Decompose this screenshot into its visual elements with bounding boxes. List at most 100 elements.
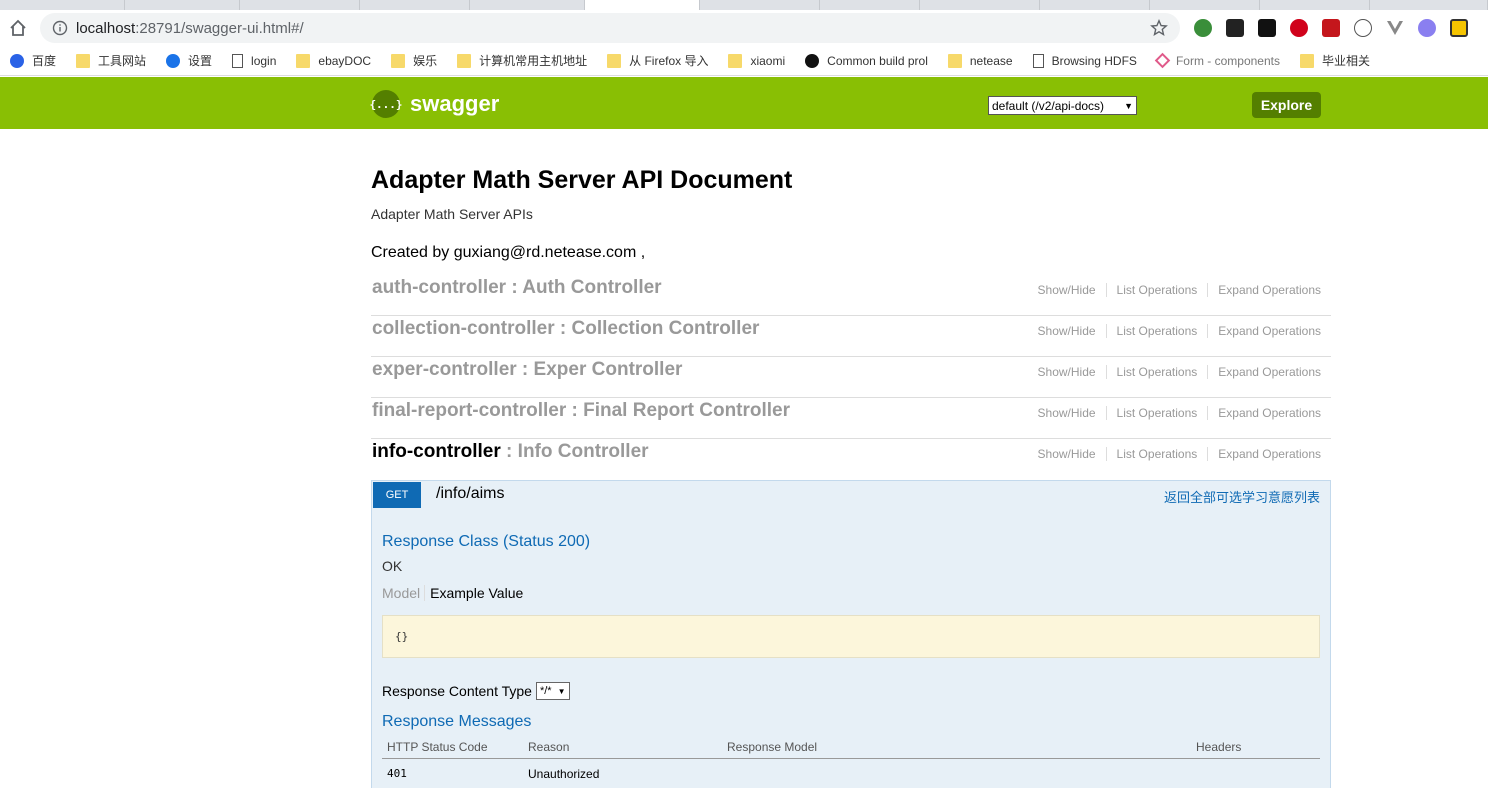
resource-title[interactable]: exper-controller : Exper Controller bbox=[372, 359, 682, 381]
resource-title[interactable]: final-report-controller : Final Report C… bbox=[372, 400, 790, 422]
column-header: HTTP Status Code bbox=[387, 740, 488, 754]
vue-extension-icon[interactable] bbox=[1386, 19, 1404, 37]
url-text[interactable]: localhost:28791/swagger-ui.html#/ bbox=[76, 20, 304, 37]
example-value-box[interactable]: {} bbox=[382, 615, 1320, 658]
grid-extension-icon[interactable] bbox=[1450, 19, 1468, 37]
operation-heading[interactable]: GET /info/aims 返回全部可选学习意愿列表 bbox=[372, 481, 1330, 509]
response-content-type: Response Content Type */* ▼ bbox=[382, 682, 570, 700]
star-icon[interactable] bbox=[1150, 19, 1168, 37]
browser-tab[interactable] bbox=[1040, 0, 1150, 10]
expand-operations-link[interactable]: Expand Operations bbox=[1208, 324, 1321, 338]
address-bar[interactable]: localhost:28791/swagger-ui.html#/ bbox=[40, 13, 1180, 43]
operation-path[interactable]: /info/aims bbox=[436, 485, 504, 503]
table-row: 401 Unauthorized bbox=[382, 759, 1320, 787]
swagger-header: {...} swagger default (/v2/api-docs) ▼ E… bbox=[0, 77, 1488, 129]
explore-button[interactable]: Explore bbox=[1252, 92, 1321, 118]
bookmark-item[interactable]: Browsing HDFS bbox=[1032, 53, 1137, 68]
redux-extension-icon[interactable] bbox=[1418, 19, 1436, 37]
browser-tab-active[interactable] bbox=[585, 0, 700, 10]
example-value-tab[interactable]: Example Value bbox=[425, 585, 523, 601]
bookmark-item[interactable]: 百度 bbox=[10, 52, 56, 69]
content-type-select[interactable]: */* ▼ bbox=[535, 682, 570, 700]
list-operations-link[interactable]: List Operations bbox=[1107, 406, 1209, 420]
browser-tab[interactable] bbox=[1370, 0, 1488, 10]
info-icon[interactable] bbox=[52, 20, 68, 36]
resource-auth-controller: auth-controller : Auth Controller Show/H… bbox=[371, 275, 1331, 316]
response-messages-title: Response Messages bbox=[382, 713, 532, 730]
browser-tab[interactable] bbox=[1260, 0, 1370, 10]
folder-icon bbox=[947, 53, 962, 68]
bookmark-item[interactable]: ebayDOC bbox=[296, 53, 371, 68]
list-operations-link[interactable]: List Operations bbox=[1107, 283, 1209, 297]
bookmark-item[interactable]: login bbox=[232, 53, 276, 68]
browser-tab[interactable] bbox=[920, 0, 1040, 10]
expand-operations-link[interactable]: Expand Operations bbox=[1208, 406, 1321, 420]
github-icon bbox=[805, 53, 820, 68]
show-hide-link[interactable]: Show/Hide bbox=[1028, 283, 1107, 297]
bookmark-item[interactable]: 设置 bbox=[166, 52, 212, 69]
jetbrains-extension-icon[interactable] bbox=[1258, 19, 1276, 37]
http-method-badge[interactable]: GET bbox=[373, 482, 421, 508]
browser-tab[interactable] bbox=[470, 0, 585, 10]
adblock-extension-icon[interactable] bbox=[1290, 19, 1308, 37]
list-operations-link[interactable]: List Operations bbox=[1107, 324, 1209, 338]
bookmark-item[interactable]: xiaomi bbox=[728, 53, 785, 68]
expand-operations-link[interactable]: Expand Operations bbox=[1208, 283, 1321, 297]
tampermonkey-extension-icon[interactable] bbox=[1226, 19, 1244, 37]
show-hide-link[interactable]: Show/Hide bbox=[1028, 406, 1107, 420]
globe-extension-icon[interactable] bbox=[1194, 19, 1212, 37]
expand-operations-link[interactable]: Expand Operations bbox=[1208, 365, 1321, 379]
list-operations-link[interactable]: List Operations bbox=[1107, 365, 1209, 379]
bookmark-item[interactable]: Form - components bbox=[1154, 52, 1280, 69]
browser-tab[interactable] bbox=[360, 0, 470, 10]
browser-tab[interactable] bbox=[240, 0, 360, 10]
browser-tab[interactable] bbox=[1150, 0, 1260, 10]
api-spec-select[interactable]: default (/v2/api-docs) ▼ bbox=[988, 96, 1137, 115]
bookmark-item[interactable]: netease bbox=[947, 53, 1013, 68]
resource-final-report-controller: final-report-controller : Final Report C… bbox=[371, 398, 1331, 439]
browser-tab[interactable] bbox=[700, 0, 820, 10]
bookmark-item[interactable]: 工具网站 bbox=[76, 52, 146, 69]
browser-tab[interactable] bbox=[0, 0, 125, 10]
component-icon bbox=[1154, 52, 1171, 69]
url-path: :28791/swagger-ui.html#/ bbox=[135, 19, 304, 37]
bookmark-item[interactable]: Common build prol bbox=[805, 53, 928, 68]
bookmark-item[interactable]: 计算机常用主机地址 bbox=[457, 52, 587, 69]
show-hide-link[interactable]: Show/Hide bbox=[1028, 447, 1107, 461]
browser-tab[interactable] bbox=[820, 0, 920, 10]
folder-icon bbox=[457, 53, 472, 68]
bookmark-item[interactable]: 娱乐 bbox=[391, 52, 437, 69]
bookmark-item[interactable]: 从 Firefox 导入 bbox=[607, 52, 708, 69]
operation-summary[interactable]: 返回全部可选学习意愿列表 bbox=[1164, 487, 1320, 506]
resource-options: Show/Hide List Operations Expand Operati… bbox=[1028, 406, 1321, 420]
expand-operations-link[interactable]: Expand Operations bbox=[1208, 447, 1321, 461]
column-header: Headers bbox=[1196, 740, 1242, 754]
resource-exper-controller: exper-controller : Exper Controller Show… bbox=[371, 357, 1331, 398]
show-hide-link[interactable]: Show/Hide bbox=[1028, 324, 1107, 338]
model-tab[interactable]: Model bbox=[382, 585, 426, 601]
folder-icon bbox=[391, 53, 406, 68]
swagger-logo[interactable]: {...} swagger bbox=[369, 90, 499, 118]
api-spec-select-value: default (/v2/api-docs) bbox=[992, 98, 1105, 113]
dropdown-arrow-icon: ▼ bbox=[1124, 100, 1133, 111]
resource-title[interactable]: info-controller : Info Controller bbox=[372, 441, 649, 463]
resource-collection-controller: collection-controller : Collection Contr… bbox=[371, 316, 1331, 357]
home-button[interactable] bbox=[6, 16, 30, 40]
extension-icons bbox=[1194, 19, 1482, 37]
folder-icon bbox=[296, 53, 311, 68]
resource-title[interactable]: collection-controller : Collection Contr… bbox=[372, 318, 759, 340]
list-operations-link[interactable]: List Operations bbox=[1107, 447, 1209, 461]
resource-options: Show/Hide List Operations Expand Operati… bbox=[1028, 365, 1321, 379]
page-title: Adapter Math Server API Document bbox=[371, 166, 793, 194]
resource-title[interactable]: auth-controller : Auth Controller bbox=[372, 277, 662, 299]
bookmark-item[interactable]: 毕业相关 bbox=[1299, 52, 1370, 69]
resource-options: Show/Hide List Operations Expand Operati… bbox=[1028, 324, 1321, 338]
video-extension-icon[interactable] bbox=[1322, 19, 1340, 37]
show-hide-link[interactable]: Show/Hide bbox=[1028, 365, 1107, 379]
url-host: localhost bbox=[76, 19, 136, 37]
column-header: Reason bbox=[528, 740, 570, 754]
code-extension-icon[interactable] bbox=[1354, 19, 1372, 37]
baidu-icon bbox=[10, 53, 24, 68]
swagger-logo-icon: {...} bbox=[369, 90, 403, 118]
browser-tab[interactable] bbox=[125, 0, 240, 10]
